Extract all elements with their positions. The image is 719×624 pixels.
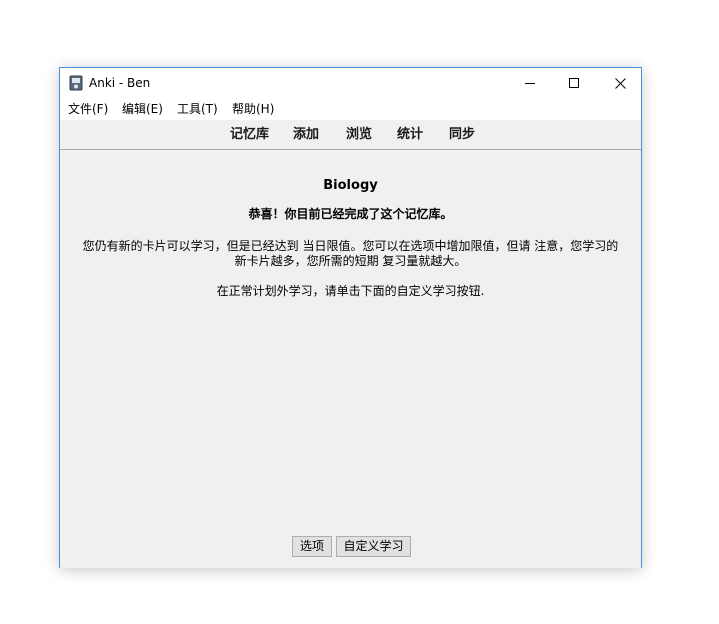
menu-help[interactable]: 帮助(H) [232, 99, 274, 120]
congrats-message: 恭喜！你目前已经完成了这个记忆库。 [248, 207, 453, 221]
minimize-icon [525, 83, 535, 84]
toolbar-add[interactable]: 添加 [293, 127, 319, 143]
minimize-button[interactable] [507, 68, 553, 98]
toolbar-browse[interactable]: 浏览 [346, 127, 372, 143]
menu-tools[interactable]: 工具(T) [177, 99, 218, 120]
title-bar[interactable]: Anki - Ben [60, 68, 641, 99]
custom-study-hint: 在正常计划外学习，请单击下面的自定义学习按钮. [216, 284, 485, 298]
menu-bar: 文件(F) 编辑(E) 工具(T) 帮助(H) [60, 99, 641, 120]
deck-overview: Biology 恭喜！你目前已经完成了这个记忆库。 您仍有新的卡片可以学习，但是… [60, 150, 641, 568]
main-toolbar: 记忆库 添加 浏览 统计 同步 [60, 120, 641, 150]
toolbar-decks[interactable]: 记忆库 [230, 127, 269, 143]
menu-file[interactable]: 文件(F) [68, 99, 108, 120]
custom-study-button[interactable]: 自定义学习 [336, 536, 411, 557]
limit-reached-message: 您仍有新的卡片可以学习，但是已经达到 当日限值。您可以在选项中增加限值，但请 注… [82, 239, 619, 268]
maximize-icon [569, 78, 579, 88]
maximize-button[interactable] [551, 68, 597, 98]
close-icon [614, 77, 626, 89]
toolbar-stats[interactable]: 统计 [397, 127, 423, 143]
options-button[interactable]: 选项 [292, 536, 332, 557]
anki-app-icon [69, 75, 83, 91]
window-title: Anki - Ben [89, 76, 151, 90]
menu-edit[interactable]: 编辑(E) [122, 99, 163, 120]
deck-title: Biology [323, 178, 378, 193]
toolbar-sync[interactable]: 同步 [449, 127, 475, 143]
anki-main-window: Anki - Ben 文件(F) 编辑(E) 工具(T) 帮助(H) 记忆库 添… [59, 67, 642, 568]
close-button[interactable] [597, 68, 643, 98]
